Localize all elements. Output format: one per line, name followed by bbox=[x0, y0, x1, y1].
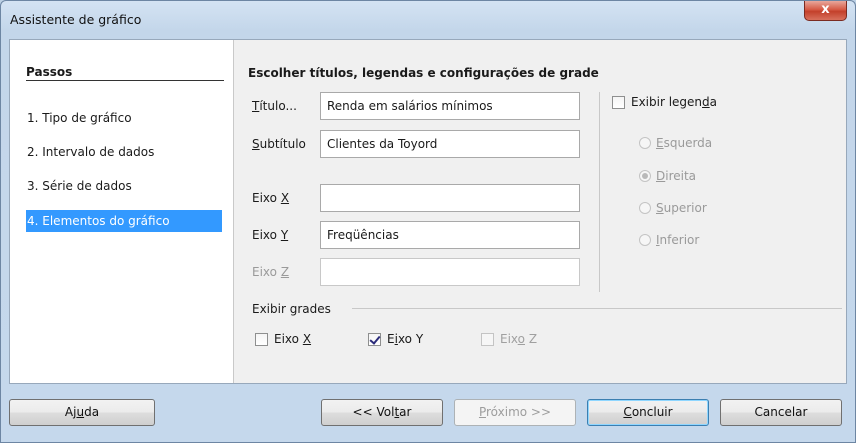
title-input[interactable]: Renda em salários mínimos bbox=[320, 92, 580, 120]
close-icon: x bbox=[821, 2, 830, 17]
subtitle-input[interactable]: Clientes da Toyord bbox=[320, 130, 580, 158]
chart-elements-panel: Escolher títulos, legendas e configuraçõ… bbox=[234, 40, 846, 383]
dialog-title: Assistente de gráfico bbox=[10, 12, 142, 27]
finish-button[interactable]: Concluir bbox=[587, 399, 709, 426]
z-axis-input[interactable] bbox=[320, 258, 580, 286]
legend-top-radio[interactable] bbox=[639, 202, 651, 214]
grid-x-checkbox[interactable] bbox=[255, 333, 268, 346]
steps-title: Passos bbox=[26, 65, 73, 79]
legend-top-label[interactable]: Superior bbox=[656, 201, 707, 215]
legend-separator bbox=[599, 92, 600, 292]
back-button[interactable]: << Voltar bbox=[321, 399, 443, 426]
grids-divider bbox=[352, 308, 842, 309]
panel-heading: Escolher títulos, legendas e configuraçõ… bbox=[248, 66, 599, 80]
show-legend-label[interactable]: Exibir legenda bbox=[631, 95, 717, 109]
legend-left-label[interactable]: Esquerda bbox=[656, 136, 712, 150]
step-chart-elements[interactable]: 4. Elementos do gráfico bbox=[26, 210, 222, 232]
legend-bottom-radio[interactable] bbox=[639, 234, 651, 246]
step-data-range[interactable]: 2. Intervalo de dados bbox=[26, 141, 222, 163]
legend-left-radio[interactable] bbox=[639, 137, 651, 149]
cancel-button[interactable]: Cancelar bbox=[720, 399, 842, 426]
step-chart-type[interactable]: 1. Tipo de gráfico bbox=[26, 107, 222, 129]
steps-divider bbox=[26, 80, 224, 81]
grid-y-checkbox[interactable] bbox=[368, 333, 381, 346]
title-bar[interactable]: Assistente de gráfico x bbox=[1, 1, 855, 39]
x-axis-label: Eixo X bbox=[252, 191, 290, 205]
show-legend-checkbox[interactable] bbox=[612, 96, 625, 109]
legend-right-label[interactable]: Direita bbox=[656, 169, 696, 183]
chart-wizard-dialog: Assistente de gráfico x Passos 1. Tipo d… bbox=[0, 0, 856, 443]
grids-title: Exibir grades bbox=[252, 302, 331, 316]
steps-panel: Passos 1. Tipo de gráfico 2. Intervalo d… bbox=[10, 40, 234, 383]
grid-z-label[interactable]: Eixo Z bbox=[500, 332, 537, 346]
z-axis-label: Eixo Z bbox=[252, 265, 290, 279]
step-data-series[interactable]: 3. Série de dados bbox=[26, 175, 222, 197]
grid-y-label[interactable]: Eixo Y bbox=[387, 332, 423, 346]
title-label: Título... bbox=[252, 99, 297, 113]
grid-z-checkbox[interactable] bbox=[481, 333, 494, 346]
y-axis-label: Eixo Y bbox=[252, 228, 289, 242]
dialog-body: Passos 1. Tipo de gráfico 2. Intervalo d… bbox=[9, 39, 847, 384]
close-button[interactable]: x bbox=[804, 1, 847, 21]
legend-bottom-label[interactable]: Inferior bbox=[656, 233, 699, 247]
grid-x-label[interactable]: Eixo X bbox=[274, 332, 311, 346]
next-button[interactable]: Próximo >> bbox=[454, 399, 576, 426]
legend-right-radio[interactable] bbox=[639, 170, 651, 182]
x-axis-input[interactable] bbox=[320, 184, 580, 212]
help-button[interactable]: Ajuda bbox=[9, 399, 155, 426]
subtitle-label: Subtítulo bbox=[252, 137, 306, 151]
y-axis-input[interactable]: Freqüências bbox=[320, 221, 580, 249]
